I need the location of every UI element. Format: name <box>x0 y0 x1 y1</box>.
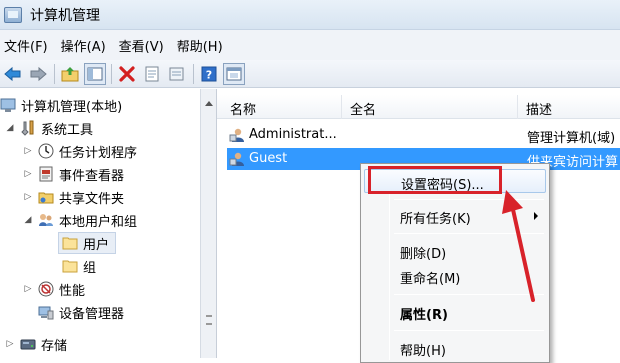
annotation-arrow-icon <box>502 190 535 302</box>
